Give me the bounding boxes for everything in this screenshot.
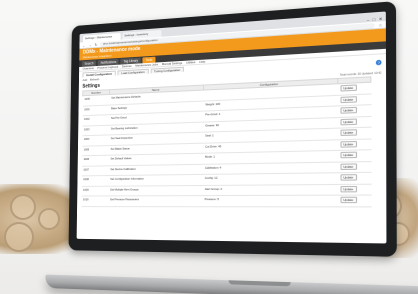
update-button[interactable]: Update [340, 197, 357, 203]
cell-actions: Update [338, 150, 371, 162]
menu-help[interactable]: Help [199, 60, 205, 64]
cell-name: Set Pressure Parameters [108, 196, 203, 207]
cell-configuration: Pressure: 5 [203, 195, 338, 206]
cell-actions: Update [338, 138, 371, 150]
minimize-icon[interactable]: – [367, 17, 369, 22]
menu-overview[interactable]: Overview [83, 66, 94, 70]
cell-number: 1005 [82, 145, 109, 156]
close-icon[interactable]: ✕ [379, 16, 383, 22]
star-icon[interactable]: ☆ [378, 22, 382, 28]
cell-number: 1010 [81, 196, 108, 206]
menu-utilities[interactable]: Utilities [186, 60, 195, 65]
update-button[interactable]: Update [340, 118, 357, 125]
menu-devices[interactable]: Devices [122, 64, 132, 68]
update-button[interactable]: Update [340, 129, 357, 136]
cell-actions: Update [338, 195, 371, 206]
laptop-lid: Settings - Maintenance Settings - Invent… [68, 1, 396, 257]
settings-table: Number Name Configuration 1000 Set Mainte… [81, 76, 372, 207]
cell-name: Set Configuration Information [108, 174, 203, 185]
update-button[interactable]: Update [340, 140, 357, 147]
refresh-button[interactable]: Refresh [90, 77, 99, 81]
cell-actions: Update [338, 161, 371, 173]
back-icon[interactable]: ← [82, 43, 86, 48]
add-button[interactable]: Add [82, 78, 87, 82]
maximize-icon[interactable]: □ [373, 16, 376, 21]
update-button[interactable]: Update [340, 107, 357, 114]
update-button[interactable]: Update [340, 96, 357, 103]
update-button[interactable]: Update [340, 84, 357, 91]
forward-icon[interactable]: → [88, 42, 92, 47]
cell-number: 1008 [81, 176, 108, 186]
cell-configuration: Alert Group: 2 [203, 184, 338, 196]
laptop-screen: Settings - Maintenance Settings - Invent… [77, 11, 387, 243]
laptop: Settings - Maintenance Settings - Invent… [68, 1, 396, 268]
cell-number: 1009 [81, 186, 108, 196]
update-button[interactable]: Update [340, 185, 357, 192]
update-button[interactable]: Update [340, 163, 357, 170]
update-button[interactable]: Update [340, 174, 357, 181]
cell-number: 1006 [82, 155, 109, 166]
cell-actions: Update [338, 184, 371, 195]
cell-name: Set Multiple Alert Groups [108, 185, 203, 196]
update-button[interactable]: Update [340, 152, 357, 159]
cell-actions: Update [338, 127, 371, 139]
cell-number: 1007 [82, 165, 109, 176]
table-row[interactable]: 1010 Set Pressure Parameters Pressure: 5 Up… [81, 195, 371, 206]
cell-actions: Update [338, 172, 371, 184]
reload-icon[interactable]: ↻ [94, 42, 97, 47]
cell-number: 1004 [82, 135, 109, 146]
table-body: 1000 Set Maintenance Defaults Update 1001 Ba… [81, 82, 371, 206]
